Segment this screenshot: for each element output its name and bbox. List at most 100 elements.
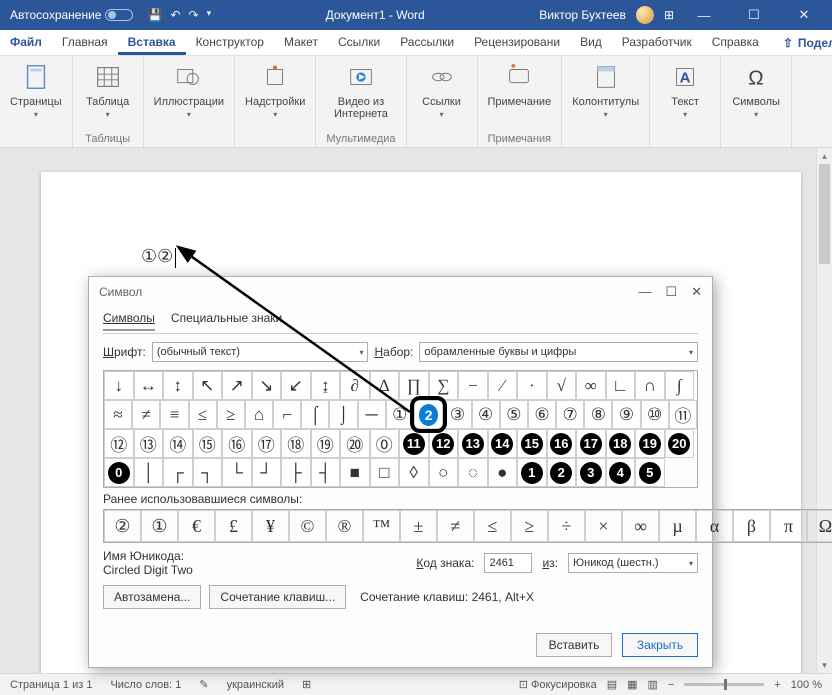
page-status[interactable]: Страница 1 из 1 bbox=[10, 679, 92, 691]
symbol-cell[interactable]: ├ bbox=[281, 458, 311, 487]
zoom-value[interactable]: 100 % bbox=[791, 679, 822, 691]
illustrations-button[interactable]: Иллюстрации▾ bbox=[154, 60, 224, 119]
recent-symbol[interactable]: π bbox=[770, 510, 807, 542]
symbol-cell[interactable]: 11 bbox=[399, 429, 429, 458]
symbol-cell[interactable]: ∂ bbox=[340, 371, 370, 400]
recent-symbol[interactable]: ≤ bbox=[474, 510, 511, 542]
symbol-cell[interactable]: ⑪ bbox=[669, 400, 697, 429]
qat-dropdown-icon[interactable]: ▾ bbox=[207, 8, 212, 22]
symbol-cell[interactable]: ↗ bbox=[222, 371, 252, 400]
symbol-cell[interactable]: 2 bbox=[547, 458, 577, 487]
symbol-cell[interactable]: □ bbox=[370, 458, 400, 487]
symbol-cell[interactable]: ∕ bbox=[488, 371, 518, 400]
symbol-cell[interactable]: ⌠ bbox=[301, 400, 329, 429]
recent-symbol[interactable]: ① bbox=[141, 510, 178, 542]
symbol-cell[interactable]: ⑭ bbox=[163, 429, 193, 458]
symbol-cell[interactable]: ∫ bbox=[665, 371, 695, 400]
symbol-cell[interactable]: ⑫ bbox=[104, 429, 134, 458]
symbol-cell[interactable]: ③ bbox=[443, 400, 471, 429]
symbol-cell[interactable]: ↨ bbox=[311, 371, 341, 400]
tab-design[interactable]: Конструктор bbox=[186, 30, 274, 55]
symbol-cell[interactable]: 15 bbox=[517, 429, 547, 458]
symbol-cell[interactable]: ⑬ bbox=[134, 429, 164, 458]
symbol-cell[interactable]: ∆ bbox=[370, 371, 400, 400]
symbol-cell[interactable]: ⑰ bbox=[252, 429, 282, 458]
redo-icon[interactable]: ↷ bbox=[189, 8, 199, 22]
symbol-cell[interactable]: − bbox=[458, 371, 488, 400]
dialog-tab-special[interactable]: Специальные знаки bbox=[171, 307, 282, 331]
tab-layout[interactable]: Макет bbox=[274, 30, 328, 55]
tab-file[interactable]: Файл bbox=[0, 30, 52, 55]
recent-symbol[interactable]: ∞ bbox=[622, 510, 659, 542]
dialog-minimize-icon[interactable]: — bbox=[638, 284, 651, 300]
close-dialog-button[interactable]: Закрыть bbox=[622, 633, 698, 657]
recent-symbol[interactable]: ≥ bbox=[511, 510, 548, 542]
accessibility-icon[interactable]: ⊞ bbox=[302, 678, 311, 691]
comment-button[interactable]: Примечание bbox=[488, 60, 552, 108]
header-footer-button[interactable]: Колонтитулы▾ bbox=[572, 60, 639, 119]
symbol-cell[interactable]: ⌂ bbox=[245, 400, 273, 429]
symbol-cell[interactable]: ∙ bbox=[517, 371, 547, 400]
symbol-cell[interactable]: ∞ bbox=[576, 371, 606, 400]
symbol-cell[interactable]: ● bbox=[488, 458, 518, 487]
online-video-button[interactable]: Видео из Интернета bbox=[327, 60, 395, 120]
close-button[interactable]: ✕ bbox=[784, 7, 824, 23]
symbol-cell[interactable]: ⑯ bbox=[222, 429, 252, 458]
symbol-cell[interactable]: ≥ bbox=[217, 400, 245, 429]
symbol-cell[interactable]: ↔ bbox=[134, 371, 164, 400]
symbol-cell[interactable]: ≡ bbox=[160, 400, 188, 429]
font-select[interactable]: (обычный текст)▾ bbox=[152, 342, 369, 362]
symbol-cell[interactable]: ┘ bbox=[252, 458, 282, 487]
symbol-cell[interactable]: ⑤ bbox=[500, 400, 528, 429]
recent-symbol[interactable]: µ bbox=[659, 510, 696, 542]
minimize-button[interactable]: — bbox=[684, 8, 724, 23]
symbol-cell[interactable]: ⑱ bbox=[281, 429, 311, 458]
symbol-cell[interactable]: ⑦ bbox=[556, 400, 584, 429]
symbol-cell[interactable]: 4 bbox=[606, 458, 636, 487]
recent-symbol[interactable]: ¥ bbox=[252, 510, 289, 542]
symbol-cell[interactable]: ┐ bbox=[193, 458, 223, 487]
symbol-cell[interactable]: ↘ bbox=[252, 371, 282, 400]
recent-symbol[interactable]: ÷ bbox=[548, 510, 585, 542]
tab-home[interactable]: Главная bbox=[52, 30, 118, 55]
maximize-button[interactable]: ☐ bbox=[734, 7, 774, 23]
user-name[interactable]: Виктор Бухтеев bbox=[539, 8, 626, 22]
shortcut-button[interactable]: Сочетание клавиш... bbox=[209, 585, 346, 609]
undo-icon[interactable]: ↶ bbox=[170, 8, 180, 22]
recent-symbol[interactable]: ≠ bbox=[437, 510, 474, 542]
symbol-cell[interactable]: 13 bbox=[458, 429, 488, 458]
tab-developer[interactable]: Разработчик bbox=[612, 30, 702, 55]
symbol-cell[interactable]: √ bbox=[547, 371, 577, 400]
symbol-cell[interactable]: 0 bbox=[104, 458, 134, 487]
view-print-icon[interactable]: ▤ bbox=[607, 678, 617, 691]
tab-help[interactable]: Справка bbox=[702, 30, 769, 55]
symbol-cell[interactable]: 1 bbox=[517, 458, 547, 487]
symbol-cell[interactable]: ≤ bbox=[189, 400, 217, 429]
code-input[interactable]: 2461 bbox=[484, 553, 532, 573]
recent-symbol[interactable]: × bbox=[585, 510, 622, 542]
recent-symbol[interactable]: ± bbox=[400, 510, 437, 542]
autocorrect-button[interactable]: Автозамена... bbox=[103, 585, 201, 609]
recent-symbol[interactable]: © bbox=[289, 510, 326, 542]
symbol-cell[interactable]: ◌ bbox=[458, 458, 488, 487]
zoom-out-icon[interactable]: − bbox=[668, 679, 674, 691]
set-select[interactable]: обрамленные буквы и цифры▾ bbox=[419, 342, 698, 362]
recent-symbol[interactable]: ™ bbox=[363, 510, 400, 542]
symbols-button[interactable]: ΩСимволы▾ bbox=[731, 60, 781, 119]
recent-symbol[interactable]: β bbox=[733, 510, 770, 542]
links-button[interactable]: Ссылки▾ bbox=[417, 60, 467, 119]
recent-symbol[interactable]: ② bbox=[104, 510, 141, 542]
zoom-slider[interactable] bbox=[684, 683, 764, 686]
symbol-cell[interactable]: ⑩ bbox=[641, 400, 669, 429]
symbol-cell[interactable]: 18 bbox=[606, 429, 636, 458]
language-status[interactable]: украинский bbox=[227, 679, 284, 691]
vertical-scrollbar[interactable]: ▴▾ bbox=[816, 148, 832, 673]
share-button[interactable]: ⇧ Поделиться bbox=[769, 30, 832, 55]
symbol-cell[interactable]: ↓ bbox=[104, 371, 134, 400]
recent-symbol[interactable]: £ bbox=[215, 510, 252, 542]
symbol-cell[interactable]: ○ bbox=[429, 458, 459, 487]
symbol-cell[interactable]: ⑳ bbox=[340, 429, 370, 458]
symbol-cell[interactable]: ④ bbox=[472, 400, 500, 429]
symbol-cell[interactable]: 12 bbox=[429, 429, 459, 458]
symbol-cell[interactable]: 5 bbox=[635, 458, 665, 487]
